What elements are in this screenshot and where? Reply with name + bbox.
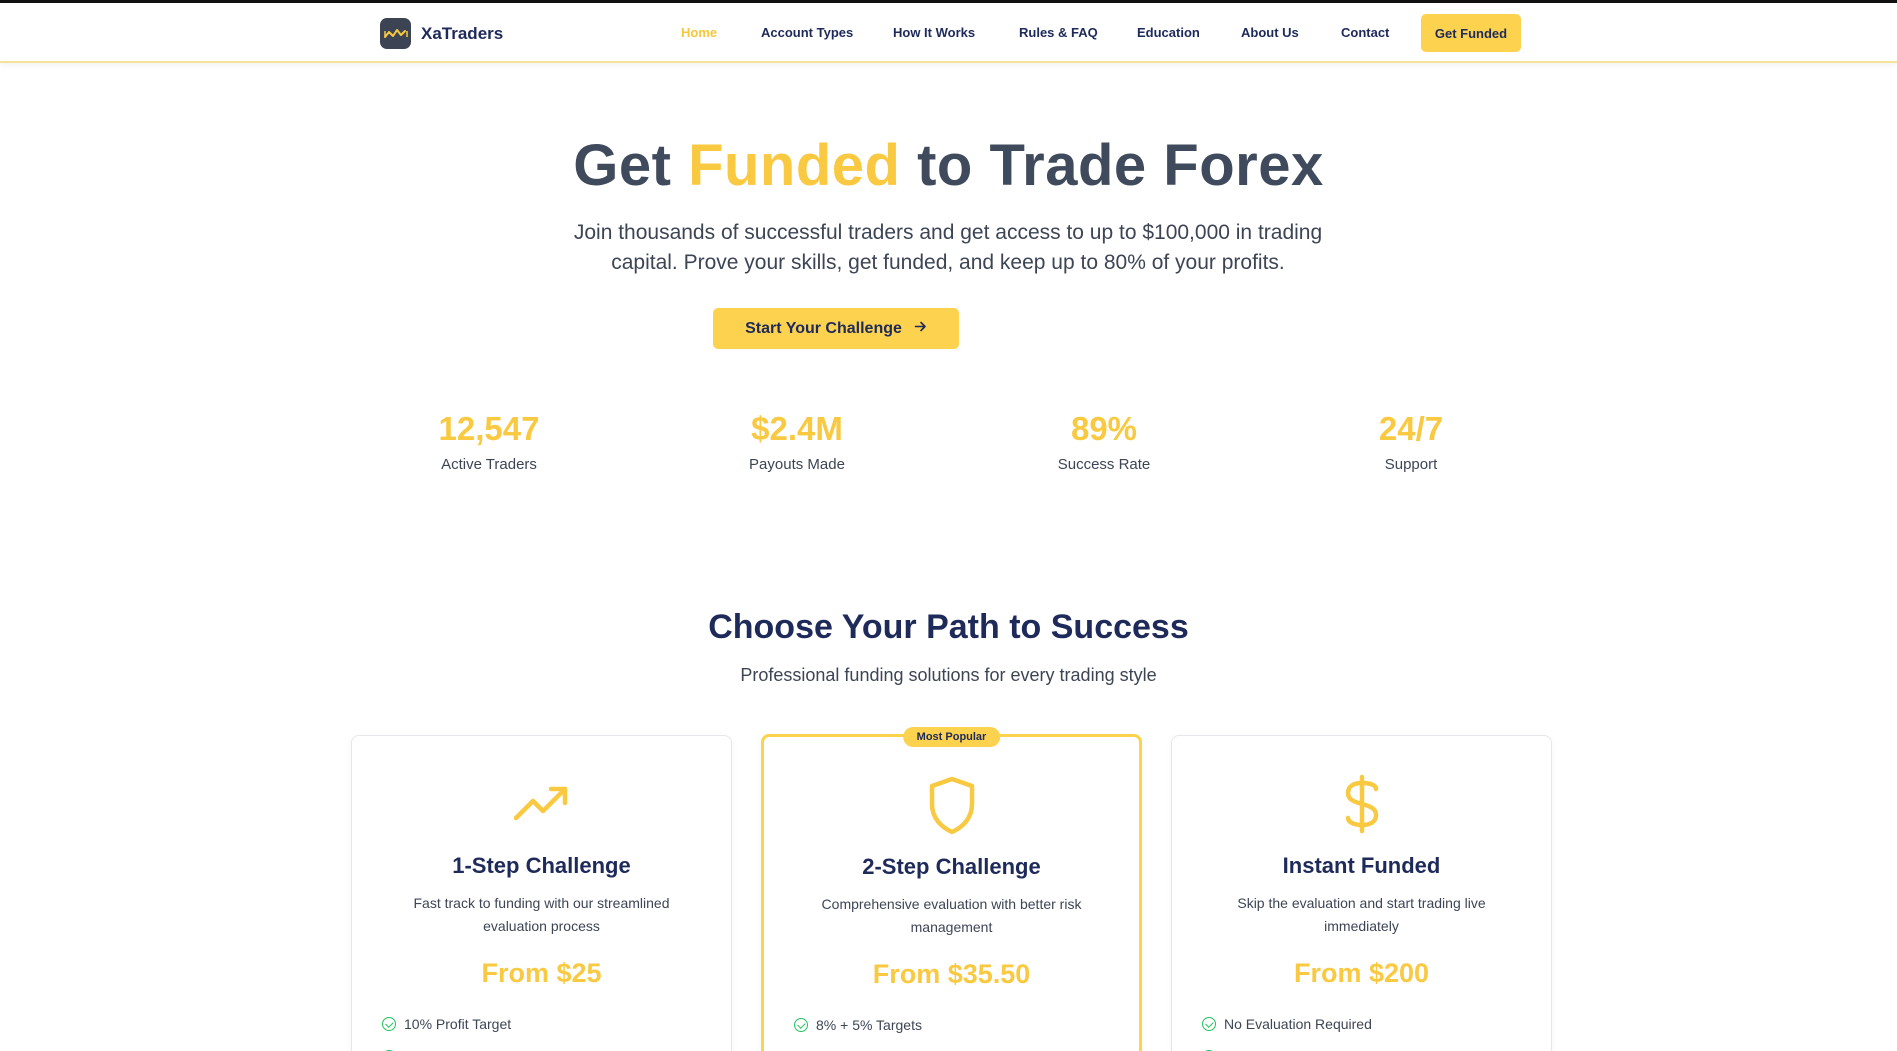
stat-label: Success Rate [1057, 456, 1151, 473]
card-desc-line1: Comprehensive evaluation with better ris… [821, 896, 1082, 912]
stat-support: 24/7 Support [1301, 408, 1521, 473]
card-feature-label: No Evaluation Required [1224, 1016, 1372, 1032]
card-feature: 8% + 5% Targets [794, 1017, 922, 1033]
hero-title-part1: Get [573, 133, 672, 198]
stat-value: $2.4M [751, 410, 843, 447]
stat-success-rate: 89% Success Rate [994, 408, 1214, 473]
check-circle-icon [794, 1018, 808, 1032]
hero-title-accent: Funded [688, 133, 901, 198]
card-2-step-challenge[interactable]: Most Popular 2-Step Challenge Comprehens… [761, 727, 1142, 1051]
check-circle-icon [382, 1017, 396, 1031]
card-desc-line1: Fast track to funding with our streamlin… [413, 895, 670, 911]
card-feature-label: 10% Profit Target [404, 1016, 512, 1032]
navbar: XaTraders Home Account Types How It Work… [0, 3, 1897, 63]
nav-item-contact[interactable]: Contact [1341, 25, 1389, 40]
start-challenge-label: Start Your Challenge [745, 319, 902, 337]
hero-subtitle-line2: capital. Prove your skills, get funded, … [611, 251, 1285, 274]
section-subtitle: Professional funding solutions for every… [740, 665, 1157, 685]
card-desc-line2: immediately [1324, 918, 1399, 934]
most-popular-badge: Most Popular [902, 727, 1001, 747]
card-desc-line2: management [910, 919, 993, 935]
dollar-icon [1330, 772, 1394, 836]
card-title: Instant Funded [1282, 853, 1441, 878]
hero-subtitle: Join thousands of successful traders and… [548, 218, 1348, 278]
section-title: Choose Your Path to Success [708, 608, 1189, 646]
hero-subtitle-line1: Join thousands of successful traders and… [573, 221, 1323, 244]
stat-label: Payouts Made [749, 456, 845, 473]
nav-item-how-it-works[interactable]: How It Works [893, 25, 975, 40]
get-funded-button[interactable]: Get Funded [1421, 14, 1521, 52]
card-description: Comprehensive evaluation with better ris… [804, 893, 1099, 939]
nav-item-about-us[interactable]: About Us [1241, 25, 1299, 40]
card-feature: 10% Profit Target [382, 1016, 511, 1032]
arrow-right-icon [914, 320, 927, 338]
card-title: 2-Step Challenge [862, 854, 1041, 879]
stat-label: Support [1384, 456, 1438, 473]
hero-title: Get Funded to Trade Forex [0, 132, 1897, 199]
card-price: From $25 [481, 958, 602, 988]
stat-value: 24/7 [1378, 410, 1444, 447]
nav-item-rules-faq[interactable]: Rules & FAQ [1019, 25, 1098, 40]
nav-item-education[interactable]: Education [1137, 25, 1200, 40]
card-price: From $200 [1293, 958, 1430, 988]
card-desc-line1: Skip the evaluation and start trading li… [1237, 895, 1486, 911]
card-price: From $35.50 [872, 959, 1031, 989]
hero-title-part2: to Trade Forex [917, 133, 1324, 198]
start-challenge-button[interactable]: Start Your Challenge [713, 308, 959, 349]
nav-item-account-types[interactable]: Account Types [761, 25, 853, 40]
nav-item-home[interactable]: Home [681, 25, 717, 40]
stat-value: 12,547 [438, 410, 540, 447]
card-description: Skip the evaluation and start trading li… [1212, 892, 1511, 938]
check-circle-icon [1202, 1017, 1216, 1031]
card-title: 1-Step Challenge [452, 853, 631, 878]
stat-label: Active Traders [441, 456, 537, 473]
card-feature: No Evaluation Required [1202, 1016, 1372, 1032]
shield-icon [920, 773, 984, 837]
card-desc-line2: evaluation process [483, 918, 600, 934]
card-instant-funded[interactable]: Instant Funded Skip the evaluation and s… [1171, 735, 1552, 1051]
stat-payouts-made: $2.4M Payouts Made [687, 408, 907, 473]
card-1-step-challenge[interactable]: 1-Step Challenge Fast track to funding w… [351, 735, 732, 1051]
trending-up-icon [510, 772, 574, 836]
main-nav: Home Account Types How It Works Rules & … [0, 3, 1897, 63]
card-feature-label: 8% + 5% Targets [816, 1017, 922, 1033]
stat-value: 89% [1070, 410, 1138, 447]
stat-active-traders: 12,547 Active Traders [379, 408, 599, 473]
card-description: Fast track to funding with our streamlin… [392, 892, 691, 938]
